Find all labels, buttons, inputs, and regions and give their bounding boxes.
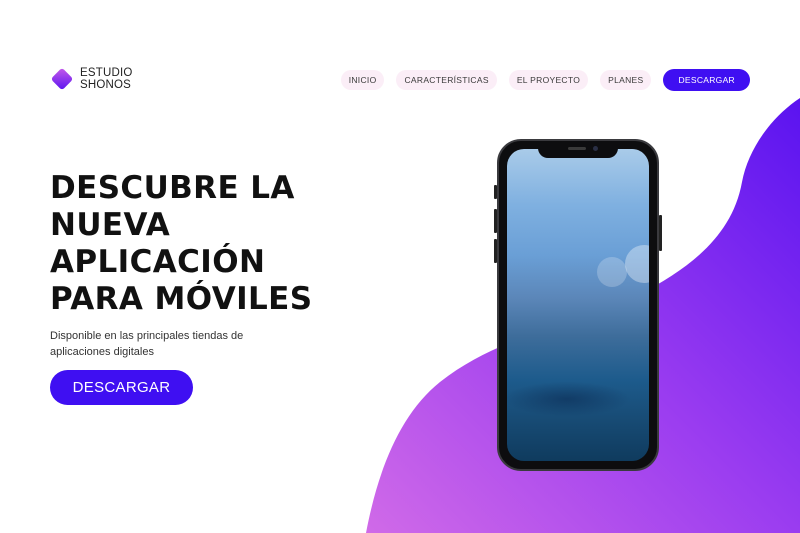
nav-link-el-proyecto[interactable]: EL PROYECTO — [508, 70, 589, 90]
hero-title: DESCUBRE LA NUEVA APLICACIÓN PARA MÓVILE… — [50, 170, 370, 318]
brand-name: ESTUDIO SHONOS — [80, 67, 133, 91]
nav-link-planes[interactable]: PLANES — [600, 70, 652, 90]
hero-title-line: DESCUBRE LA — [50, 170, 295, 206]
hero-title-line: APLICACIÓN — [50, 244, 266, 280]
speaker-icon — [568, 147, 586, 150]
phone-notch — [538, 141, 618, 158]
top-navigation: INICIO CARACTERÍSTICAS EL PROYECTO PLANE… — [329, 69, 750, 91]
nav-link-caracteristicas[interactable]: CARACTERÍSTICAS — [396, 70, 497, 90]
hero-download-button[interactable]: DESCARGAR — [50, 370, 193, 405]
diamond-logo-icon — [51, 68, 73, 90]
nav-link-inicio[interactable]: INICIO — [340, 70, 385, 90]
phone-mockup — [494, 139, 662, 471]
phone-body — [497, 139, 659, 471]
phone-screen-image — [507, 149, 649, 461]
brand-name-line2: SHONOS — [80, 79, 132, 91]
brand-name-line1: ESTUDIO — [80, 67, 133, 79]
bokeh-light — [625, 245, 649, 283]
brand-logo[interactable]: ESTUDIO SHONOS — [50, 67, 133, 91]
hero-title-line: PARA MÓVILES — [50, 281, 313, 317]
hero-subtitle: Disponible en las principales tiendas de… — [50, 330, 244, 358]
phone-side-button — [659, 215, 662, 251]
camera-icon — [593, 146, 598, 151]
nav-download-button[interactable]: DESCARGAR — [663, 69, 750, 91]
bokeh-light — [597, 257, 627, 287]
hero-title-line: NUEVA — [50, 207, 171, 243]
